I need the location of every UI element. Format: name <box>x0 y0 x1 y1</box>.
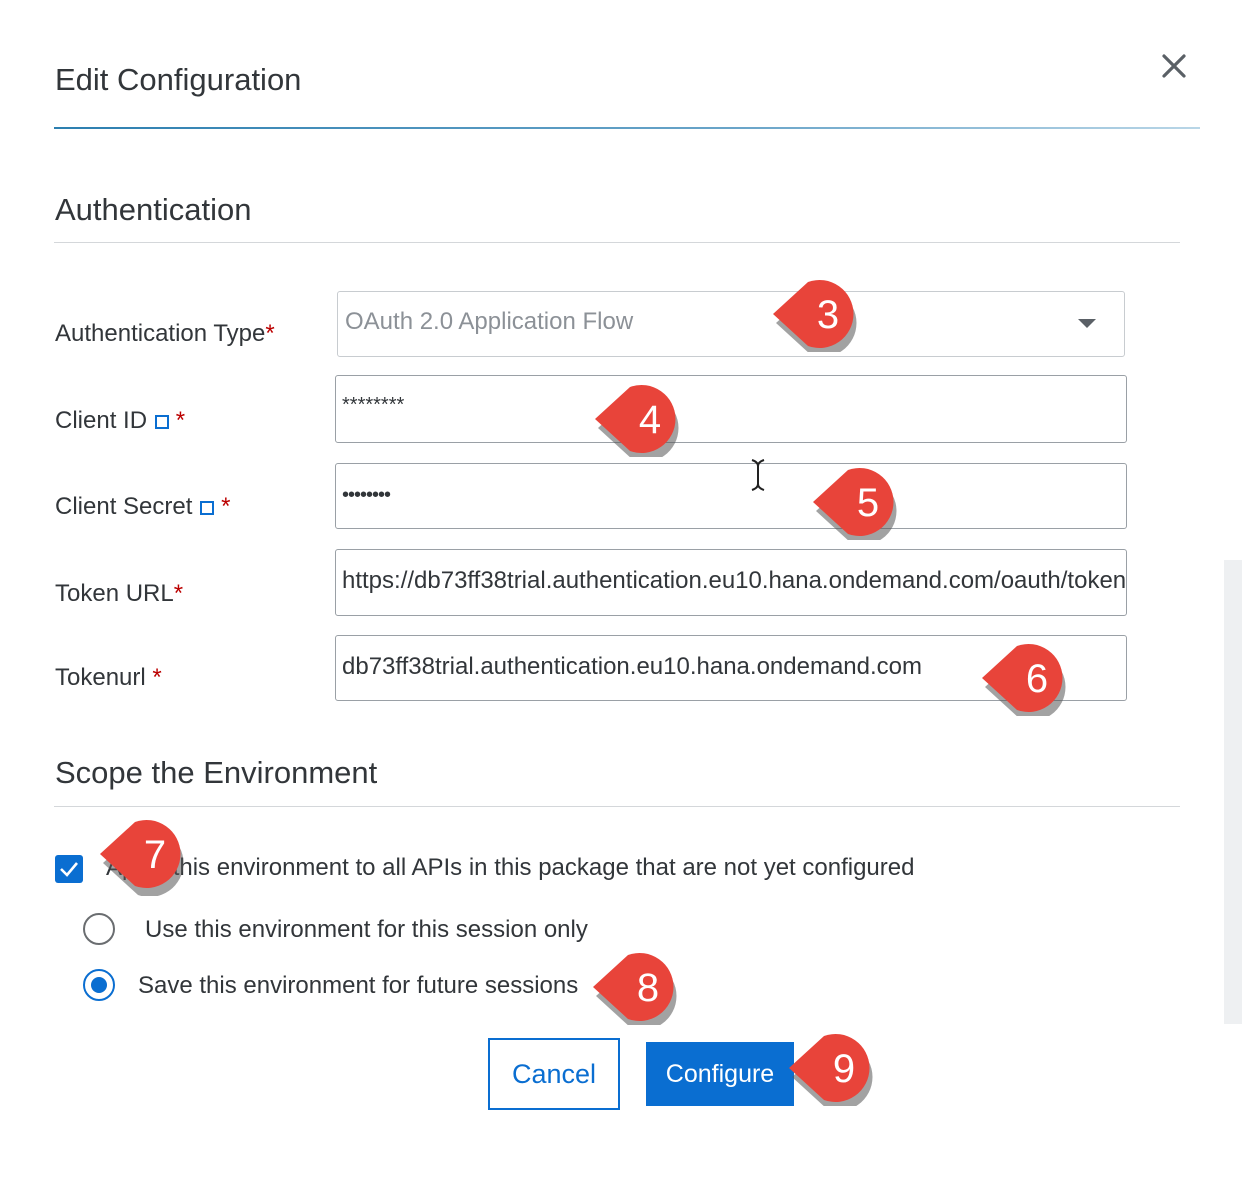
callout-marker-8: 8 <box>593 953 677 1025</box>
authentication-heading: Authentication <box>55 192 252 227</box>
close-icon[interactable] <box>1158 50 1190 82</box>
apply-all-label[interactable]: Apply this environment to all APIs in th… <box>106 854 914 882</box>
session-only-label[interactable]: Use this environment for this session on… <box>145 916 588 944</box>
scrollbar[interactable] <box>1224 560 1242 1024</box>
authentication-type-select[interactable]: OAuth 2.0 Application Flow <box>337 291 1125 357</box>
checkmark-icon <box>60 862 78 877</box>
callout-marker-3: 3 <box>773 280 857 352</box>
client-secret-value: •••••••• <box>342 484 391 506</box>
session-only-radio[interactable] <box>83 913 115 945</box>
token-url-value: https://db73ff38trial.authentication.eu1… <box>342 567 1127 594</box>
radio-selected-dot <box>91 977 107 993</box>
callout-marker-9: 9 <box>789 1034 873 1106</box>
scope-divider <box>54 806 1180 807</box>
tokenurl-label: Tokenurl * <box>55 664 162 691</box>
dialog-title: Edit Configuration <box>55 62 302 97</box>
future-sessions-label[interactable]: Save this environment for future session… <box>138 972 578 1000</box>
text-cursor-icon <box>749 458 767 497</box>
future-sessions-radio[interactable] <box>83 969 115 1001</box>
title-divider <box>54 127 1200 129</box>
callout-marker-6: 6 <box>982 644 1066 716</box>
svg-text:8: 8 <box>637 966 659 1010</box>
svg-text:3: 3 <box>817 293 839 337</box>
svg-text:4: 4 <box>639 398 661 442</box>
client-id-label: Client ID * <box>55 407 186 434</box>
authentication-divider <box>54 242 1180 243</box>
client-id-input[interactable]: ******** <box>335 375 1127 443</box>
client-secret-label: Client Secret * <box>55 493 231 520</box>
chevron-down-icon[interactable] <box>1078 319 1096 328</box>
info-icon[interactable] <box>200 501 215 515</box>
info-icon[interactable] <box>155 415 170 429</box>
client-secret-input[interactable]: •••••••• <box>335 463 1127 529</box>
svg-text:6: 6 <box>1026 657 1048 701</box>
svg-text:7: 7 <box>144 833 166 877</box>
token-url-label: Token URL* <box>55 580 184 607</box>
authentication-type-label: Authentication Type* <box>55 320 275 347</box>
token-url-input[interactable]: https://db73ff38trial.authentication.eu1… <box>335 549 1127 616</box>
scope-heading: Scope the Environment <box>55 755 378 790</box>
client-id-value: ******** <box>342 394 405 416</box>
tokenurl-value: db73ff38trial.authentication.eu10.hana.o… <box>342 653 922 680</box>
callout-marker-5: 5 <box>813 468 897 540</box>
authentication-type-value: OAuth 2.0 Application Flow <box>345 308 634 335</box>
callout-marker-4: 4 <box>595 385 679 457</box>
configure-button[interactable]: Configure <box>646 1042 794 1106</box>
svg-text:5: 5 <box>857 481 879 525</box>
svg-text:9: 9 <box>833 1047 855 1091</box>
apply-all-checkbox[interactable] <box>55 855 83 883</box>
cancel-button[interactable]: Cancel <box>488 1038 620 1110</box>
callout-marker-7: 7 <box>100 820 184 896</box>
